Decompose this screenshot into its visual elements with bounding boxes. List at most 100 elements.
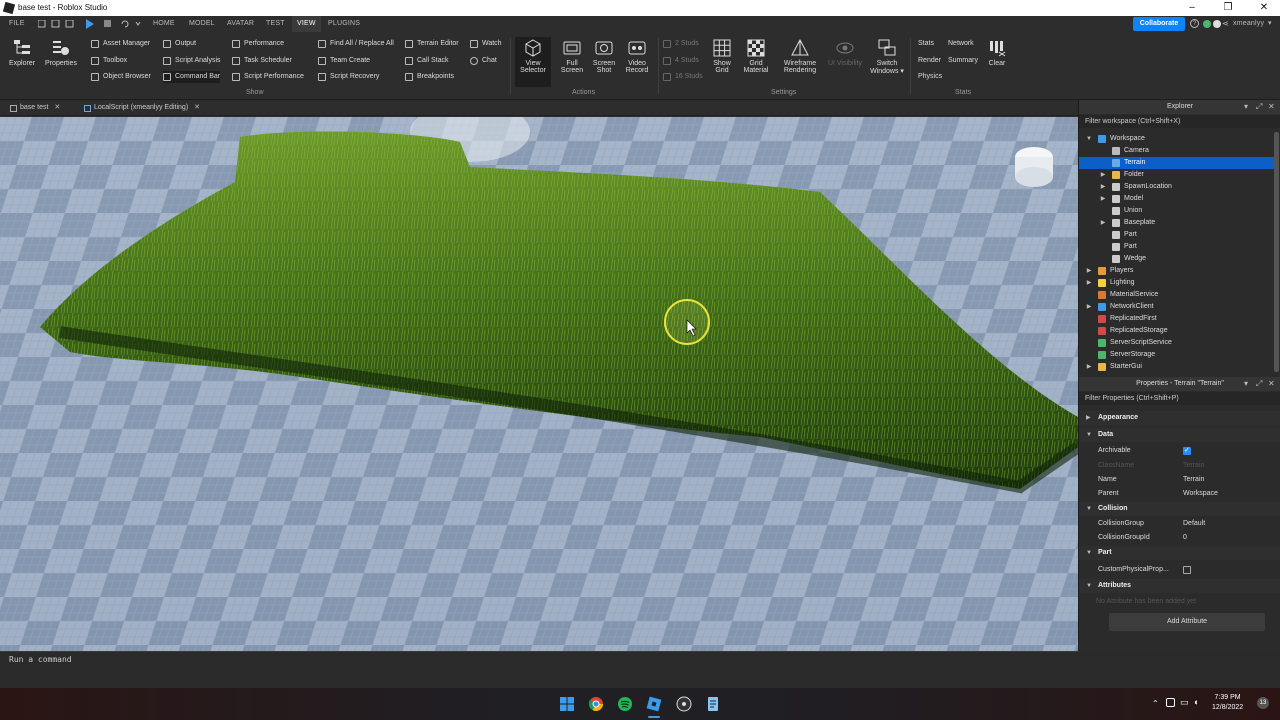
doc-tab-base-test[interactable]: base test ✕ bbox=[8, 102, 60, 116]
panel-close-icon[interactable]: ✕ bbox=[1268, 377, 1275, 391]
explorer-item-camera[interactable]: Camera bbox=[1079, 145, 1275, 157]
explorer-item-baseplate[interactable]: ▶ Baseplate bbox=[1079, 217, 1275, 229]
category-attributes[interactable]: ▼ Attributes bbox=[1079, 579, 1280, 593]
explorer-item-folder[interactable]: ▶ Folder bbox=[1079, 169, 1275, 181]
properties-button[interactable]: Properties bbox=[44, 37, 78, 87]
expand-arrow-icon[interactable]: ▶ bbox=[1099, 193, 1107, 205]
explorer-item-wedge[interactable]: Wedge bbox=[1079, 253, 1275, 265]
spotify-icon[interactable] bbox=[617, 696, 633, 712]
explorer-item-workspace[interactable]: ▼ Workspace bbox=[1079, 133, 1275, 145]
prop-collisiongroup[interactable]: CollisionGroup Default bbox=[1079, 517, 1280, 531]
profile-icon[interactable] bbox=[1213, 20, 1221, 28]
4-studs-option[interactable]: 4 Studs bbox=[663, 55, 699, 67]
expand-arrow-icon[interactable]: ▶ bbox=[1099, 169, 1107, 181]
explorer-item-terrain[interactable]: Terrain bbox=[1079, 157, 1275, 169]
help-icon[interactable]: ? bbox=[1190, 19, 1199, 28]
command-input[interactable]: Run a command bbox=[9, 655, 72, 664]
performance-button[interactable]: Performance bbox=[232, 38, 284, 50]
prop-archivable[interactable]: Archivable bbox=[1079, 444, 1280, 458]
16-studs-option[interactable]: 16 Studs bbox=[663, 71, 703, 83]
show-hidden-icons-chevron-icon[interactable]: ⌃ bbox=[1152, 699, 1159, 708]
explorer-scrollbar[interactable] bbox=[1274, 132, 1279, 372]
close-tab-icon[interactable]: ✕ bbox=[194, 104, 200, 111]
panel-dropdown-icon[interactable]: ▾ bbox=[1244, 377, 1248, 391]
tab-avatar[interactable]: AVATAR bbox=[227, 20, 254, 27]
video-record-button[interactable]: Video Record bbox=[620, 37, 654, 87]
summary-button[interactable]: Summary bbox=[948, 57, 978, 64]
expand-arrow-icon[interactable]: ▶ bbox=[1085, 361, 1093, 373]
grid-material-button[interactable]: Grid Material bbox=[739, 37, 773, 87]
team-create-button[interactable]: Team Create bbox=[318, 55, 370, 67]
close-tab-icon[interactable]: ✕ bbox=[54, 104, 60, 111]
category-collision[interactable]: ▼ Collision bbox=[1079, 502, 1280, 516]
explorer-button[interactable]: Explorer bbox=[5, 37, 39, 87]
switch-windows-button[interactable]: Switch Windows ▾ bbox=[868, 37, 906, 87]
script-recovery-button[interactable]: Script Recovery bbox=[318, 71, 379, 83]
script-analysis-button[interactable]: Script Analysis bbox=[163, 55, 221, 67]
tab-home[interactable]: HOME bbox=[153, 20, 175, 27]
expand-arrow-icon[interactable]: ▶ bbox=[1085, 301, 1093, 313]
explorer-item-model[interactable]: ▶ Model bbox=[1079, 193, 1275, 205]
terrain-editor-button[interactable]: Terrain Editor bbox=[405, 38, 459, 50]
watch-button[interactable]: Watch bbox=[470, 38, 502, 50]
tab-plugins[interactable]: PLUGINS bbox=[328, 20, 360, 27]
collaborate-button[interactable]: Collaborate bbox=[1133, 17, 1185, 31]
add-attribute-button[interactable]: Add Attribute bbox=[1109, 613, 1265, 631]
command-bar-button[interactable]: Command Bar bbox=[163, 71, 221, 83]
find-replace-all-button[interactable]: Find All / Replace All bbox=[318, 38, 394, 50]
explorer-item-lighting[interactable]: ▶ Lighting bbox=[1079, 277, 1275, 289]
roblox-studio-taskbar-icon[interactable] bbox=[646, 696, 662, 712]
explorer-item-materialservice[interactable]: MaterialService bbox=[1079, 289, 1275, 301]
minimize-button[interactable]: – bbox=[1180, 1, 1204, 15]
notification-count-badge[interactable]: 13 bbox=[1257, 697, 1269, 709]
show-grid-button[interactable]: Show Grid bbox=[706, 37, 738, 87]
tab-model[interactable]: MODEL bbox=[189, 20, 215, 27]
share-icon[interactable]: ⋖ bbox=[1222, 19, 1229, 28]
panel-close-icon[interactable]: ✕ bbox=[1268, 100, 1275, 114]
expand-arrow-icon[interactable]: ▶ bbox=[1085, 277, 1093, 289]
explorer-item-union[interactable]: Union bbox=[1079, 205, 1275, 217]
archivable-checkbox[interactable] bbox=[1183, 444, 1191, 458]
close-window-button[interactable]: ✕ bbox=[1252, 1, 1276, 15]
category-part[interactable]: ▼ Part bbox=[1079, 546, 1280, 560]
asset-manager-button[interactable]: Asset Manager bbox=[91, 38, 150, 50]
physics-button[interactable]: Physics bbox=[918, 73, 942, 80]
username[interactable]: xmeanlyy bbox=[1233, 20, 1264, 27]
toolbox-button[interactable]: Toolbox bbox=[91, 55, 127, 67]
clock[interactable]: 7:39 PM 12/8/2022 bbox=[1212, 693, 1243, 713]
doc-tab-localscript[interactable]: LocalScript (xmeanlyy Editing) ✕ bbox=[82, 102, 200, 116]
panel-dropdown-icon[interactable]: ▾ bbox=[1244, 100, 1248, 114]
full-screen-button[interactable]: Full Screen bbox=[555, 37, 589, 87]
play-controls[interactable] bbox=[86, 19, 142, 29]
breakpoints-button[interactable]: Breakpoints bbox=[405, 71, 454, 83]
category-data[interactable]: ▼ Data bbox=[1079, 428, 1280, 442]
view-selector-button[interactable]: View Selector bbox=[515, 37, 551, 87]
screen-shot-button[interactable]: Screen Shot bbox=[587, 37, 621, 87]
prop-name[interactable]: Name Terrain bbox=[1079, 473, 1280, 487]
script-performance-button[interactable]: Script Performance bbox=[232, 71, 304, 83]
obs-icon[interactable] bbox=[676, 696, 692, 712]
file-menu[interactable]: FILE bbox=[9, 20, 25, 27]
wireframe-rendering-button[interactable]: Wireframe Rendering bbox=[778, 37, 822, 87]
expand-arrow-icon[interactable]: ▶ bbox=[1099, 217, 1107, 229]
windows-start-icon[interactable] bbox=[559, 696, 575, 712]
tab-view[interactable]: VIEW bbox=[292, 16, 321, 32]
task-scheduler-button[interactable]: Task Scheduler bbox=[232, 55, 292, 67]
object-browser-button[interactable]: Object Browser bbox=[91, 71, 151, 83]
customphysical-checkbox[interactable] bbox=[1183, 566, 1191, 574]
viewport-scene[interactable] bbox=[0, 117, 1078, 651]
explorer-filter-input[interactable]: Filter workspace (Ctrl+Shift+X) bbox=[1079, 115, 1280, 128]
prop-parent[interactable]: Parent Workspace bbox=[1079, 487, 1280, 501]
explorer-item-serverscriptservice[interactable]: ServerScriptService bbox=[1079, 337, 1275, 349]
prop-customphysical[interactable]: CustomPhysicalProp... bbox=[1079, 563, 1280, 577]
explorer-item-replicatedfirst[interactable]: ReplicatedFirst bbox=[1079, 313, 1275, 325]
expand-arrow-icon[interactable]: ▶ bbox=[1085, 265, 1093, 277]
chat-button[interactable]: Chat bbox=[470, 55, 497, 67]
user-chevron-down-icon[interactable]: ▾ bbox=[1268, 19, 1272, 27]
panel-popout-icon[interactable]: ⤢ bbox=[1256, 377, 1262, 391]
explorer-item-players[interactable]: ▶ Players bbox=[1079, 265, 1275, 277]
call-stack-button[interactable]: Call Stack bbox=[405, 55, 449, 67]
2-studs-option[interactable]: 2 Studs bbox=[663, 38, 699, 50]
explorer-item-networkclient[interactable]: ▶ NetworkClient bbox=[1079, 301, 1275, 313]
explorer-item-replicatedstorage[interactable]: ReplicatedStorage bbox=[1079, 325, 1275, 337]
